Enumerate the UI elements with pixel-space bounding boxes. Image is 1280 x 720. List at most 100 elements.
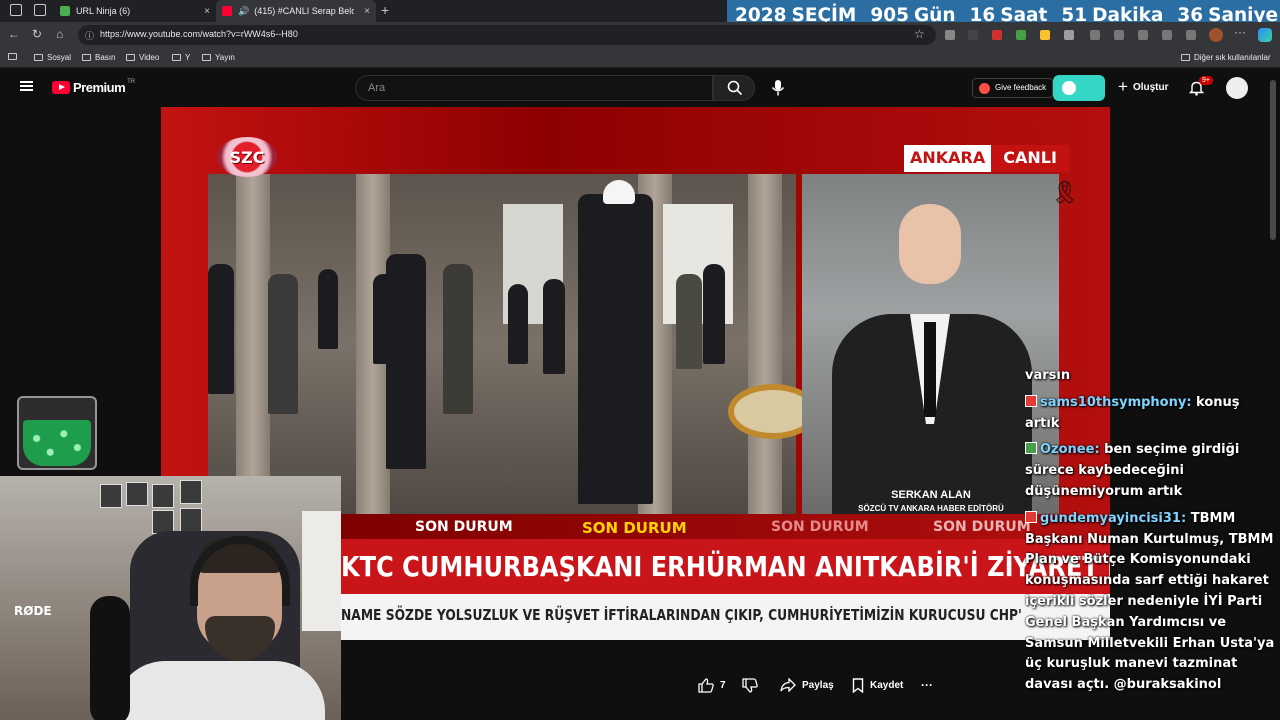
close-tab-icon[interactable]: × — [364, 6, 370, 17]
figure — [676, 274, 702, 369]
folder-icon — [34, 54, 43, 61]
close-tab-icon[interactable]: × — [204, 6, 210, 17]
reload-icon[interactable]: ↻ — [32, 27, 42, 41]
search-input[interactable]: Ara — [355, 75, 713, 101]
anchor-studio-feed — [802, 174, 1059, 514]
star-icon[interactable]: ☆ — [914, 27, 925, 41]
youtube-favicon-icon — [222, 6, 232, 16]
extension-icon[interactable] — [1186, 30, 1196, 40]
like-button[interactable]: 7 — [698, 678, 726, 693]
chat-overlay: varsın sams10thsymphony: konuş artık Ozo… — [1025, 366, 1275, 702]
account-avatar[interactable] — [1226, 77, 1248, 99]
hamburger-menu-icon[interactable] — [20, 81, 33, 91]
extension-icon[interactable] — [992, 30, 1002, 40]
tab-icon — [8, 53, 17, 60]
workspaces-icon[interactable] — [10, 4, 22, 16]
bead-jar — [17, 396, 97, 470]
figure — [578, 194, 653, 504]
extension-icon[interactable] — [1138, 30, 1148, 40]
extension-icon[interactable] — [945, 30, 955, 40]
menu-icon[interactable]: ··· — [1234, 25, 1246, 39]
logo-region: TR — [127, 78, 136, 85]
share-button[interactable]: Paylaş — [780, 678, 834, 692]
tab-youtube-live[interactable]: 🔊 (415) #CANLI Serap Belovacı × — [216, 0, 376, 22]
location-label: ANKARA — [904, 145, 992, 172]
mic-brand-label: RØDE — [14, 604, 52, 618]
extension-icon[interactable] — [1040, 30, 1050, 40]
ticker-text: NAME SÖZDE YOLSUZLUK VE RÜŞVET İFTİRALAR… — [341, 606, 1022, 624]
chat-username: sams10thsymphony: — [1040, 394, 1192, 410]
search-placeholder: Ara — [368, 82, 386, 94]
szc-channel-logo: SZC — [217, 137, 277, 177]
figure — [208, 264, 234, 394]
extension-icon[interactable] — [1090, 30, 1100, 40]
chat-username: Ozonee: — [1040, 442, 1100, 458]
new-tab-button[interactable]: + — [381, 2, 389, 18]
bookmark-label: Sosyal — [47, 53, 72, 62]
youtube-logo[interactable]: Premium TR — [52, 78, 136, 95]
microphone-icon[interactable] — [771, 79, 785, 97]
folder-icon — [202, 54, 211, 61]
studio-microphone — [90, 596, 130, 720]
user-badge-icon — [1025, 510, 1037, 523]
folder-icon — [172, 54, 181, 61]
youtube-play-icon — [52, 81, 70, 94]
photo-frame — [180, 480, 202, 504]
save-label: Kaydet — [870, 680, 904, 691]
extension-icon[interactable] — [1114, 30, 1124, 40]
page-scrollbar[interactable] — [1270, 80, 1276, 240]
bookmark-folder-yayin[interactable]: Yayın — [202, 53, 235, 62]
share-label: Paylaş — [802, 679, 834, 691]
bookmark-folder-y[interactable]: Y — [172, 53, 190, 62]
tab-url-ninja[interactable]: URL Ninja (6) × — [54, 0, 216, 22]
extension-icon[interactable] — [1016, 30, 1026, 40]
bookmark-label: Y — [185, 53, 191, 62]
extension-toggle[interactable] — [1053, 75, 1105, 101]
bookmark-folder-basin[interactable]: Basın — [82, 53, 115, 62]
tab-title: (415) #CANLI Serap Belovacı — [254, 6, 355, 16]
site-info-icon[interactable]: ⓘ — [85, 29, 94, 42]
home-icon[interactable]: ⌂ — [56, 27, 63, 41]
anchor-name-caption: SERKAN ALAN SÖZCÜ TV ANKARA HABER EDİTÖR… — [851, 489, 1011, 513]
search-icon — [727, 80, 743, 96]
tab-actions-icon[interactable] — [34, 4, 46, 16]
profile-avatar-icon[interactable] — [1209, 28, 1223, 42]
bookmark-icon[interactable] — [8, 53, 21, 60]
anchor-name: SERKAN ALAN — [891, 489, 971, 501]
bookmark-label: Basın — [95, 53, 116, 62]
photo-frame — [180, 508, 202, 532]
bookmarks-bar: Sosyal Basın Video Y Yayın Diğer sık kul… — [0, 49, 1280, 68]
create-button[interactable]: + Oluştur — [1118, 78, 1169, 95]
copilot-icon[interactable] — [1258, 28, 1272, 42]
folder-icon — [126, 54, 135, 61]
back-icon[interactable]: ← — [8, 27, 20, 41]
location-live-tag: ANKARA CANLI — [904, 145, 1069, 172]
wall-photos — [100, 480, 210, 536]
figure — [703, 264, 725, 364]
extension-icon[interactable] — [968, 30, 978, 40]
anitkabir-footage — [208, 174, 818, 514]
other-bookmarks[interactable]: Diğer sık kullanılanlar — [1181, 53, 1270, 62]
news-ticker: NAME SÖZDE YOLSUZLUK VE RÜŞVET İFTİRALAR… — [341, 594, 1110, 640]
notifications-button[interactable]: 9+ — [1188, 76, 1213, 101]
more-actions-button[interactable]: ··· — [921, 678, 933, 692]
green-beads — [23, 420, 91, 466]
address-bar[interactable]: ⓘ https://www.youtube.com/watch?v=rWW4s6… — [78, 25, 936, 45]
speaker-icon[interactable]: 🔊 — [238, 6, 249, 17]
anchor-head — [899, 204, 961, 284]
bookmark-folder-video[interactable]: Video — [126, 53, 159, 62]
streamer-tshirt — [115, 661, 325, 720]
give-feedback-button[interactable]: Give feedback — [972, 78, 1054, 98]
white-helmet — [603, 180, 635, 204]
bookmark-label: Yayın — [215, 53, 235, 62]
son-durum-bar: SON DURUM SON DURUM SON DURUM SON DURUM — [341, 514, 1110, 539]
dislike-button[interactable] — [742, 678, 764, 693]
bookmark-label: Video — [139, 53, 160, 62]
streamer-webcam: RØDE — [0, 476, 341, 720]
extension-icon[interactable] — [1162, 30, 1172, 40]
extension-icon[interactable] — [1064, 30, 1074, 40]
bookmark-folder-sosyal[interactable]: Sosyal — [34, 53, 71, 62]
search-button[interactable] — [713, 75, 755, 101]
son-durum-label: SON DURUM — [415, 519, 513, 535]
save-button[interactable]: Kaydet — [852, 678, 903, 693]
